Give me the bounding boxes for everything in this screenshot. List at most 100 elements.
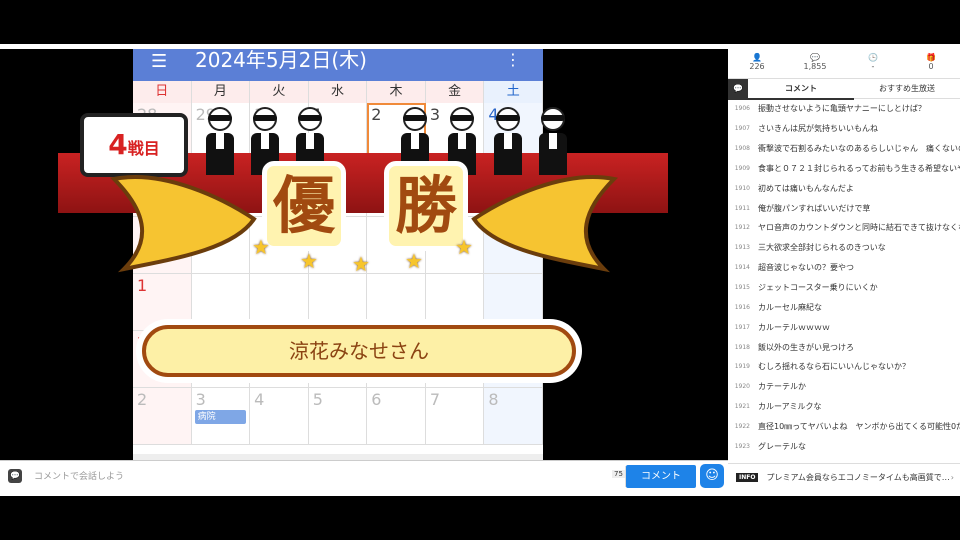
stat-value: - — [871, 62, 875, 71]
comment-number: 1911 — [734, 204, 750, 212]
comment-row[interactable]: 1918 飯以外の生きがい見つけろ — [728, 337, 960, 357]
comment-text: 俺が腹パンすればいいだけで草 — [758, 203, 871, 213]
info-text: プレミアム会員ならエコノミータイムも高画質で… — [766, 473, 950, 482]
comment-row[interactable]: 1920 カテーテルか — [728, 377, 960, 397]
comment-row[interactable]: 1914 超音波じゃないの？要やつ — [728, 258, 960, 278]
comment-text: むしろ揺れるなら石にいいんじゃないか？ — [758, 362, 910, 372]
info-bar[interactable]: INFO プレミアム会員ならエコノミータイムも高画質で… › — [728, 463, 960, 491]
weekday-label: 木 — [367, 81, 426, 103]
day-number: 5 — [312, 390, 323, 409]
stat-value: 0 — [928, 62, 934, 71]
comment-text: ジェットコースター乗りにいくか — [758, 283, 878, 293]
comment-row[interactable]: 1916 カルーセル麻紀な — [728, 297, 960, 317]
comment-row[interactable]: 1909 食事と０７２１封じられるってお前もう生きる希望ないやん — [728, 159, 960, 179]
tab-comment[interactable]: コメント — [748, 79, 854, 100]
comment-row[interactable]: 1910 初めては痛いもんなんだよ — [728, 178, 960, 198]
comment-number: 1920 — [734, 383, 750, 391]
star-icon: ★ — [252, 235, 270, 259]
menu-icon: ☰ — [151, 51, 168, 72]
comment-text: 超音波じゃないの？要やつ — [758, 263, 854, 273]
send-comment-button[interactable]: コメント — [626, 465, 696, 488]
comment-number: 1916 — [734, 303, 750, 311]
comment-text: カテーテルか — [758, 382, 806, 392]
comment-number: 1921 — [734, 403, 750, 411]
star-icon: ★ — [405, 249, 423, 273]
comment-text: 三大欲求全部封じられるのきついな — [758, 243, 886, 253]
stat-item: 🎁 0 — [902, 49, 960, 78]
weekday-label: 日 — [133, 81, 192, 103]
comment-number: 1917 — [734, 323, 750, 331]
comment-row[interactable]: 1923 グレーテルな — [728, 436, 960, 451]
comment-row[interactable]: 1917 カルーテルｗｗｗｗ — [728, 317, 960, 337]
comment-text: カルーアミルクな — [758, 402, 822, 412]
stat-value: 226 — [749, 62, 765, 71]
comment-row[interactable]: 1912 ヤロ音声のカウントダウンと同時に結石できて抜けなくなっ — [728, 218, 960, 238]
winner-name: 涼花みなせさん — [142, 325, 576, 377]
comment-number: 1906 — [734, 105, 750, 113]
winner-plate: 涼花みなせさん — [136, 319, 582, 383]
comment-row[interactable]: 1913 三大欲求全部封じられるのきついな — [728, 238, 960, 258]
weekday-label: 水 — [309, 81, 368, 103]
comment-number: 1907 — [734, 125, 750, 133]
emoji-icon[interactable]: ☺ — [700, 464, 724, 488]
calendar-cell[interactable]: 7 — [425, 388, 485, 445]
weekday-row: 日月火水木金土 — [133, 81, 543, 103]
comment-row[interactable]: 1911 俺が腹パンすればいいだけで草 — [728, 198, 960, 218]
comments-icon: 💬 — [810, 53, 820, 62]
day-number: 7 — [429, 390, 441, 409]
panel-tabs: 💬 コメント おすすめ生放送 — [728, 79, 960, 100]
stat-item: 👤 226 — [728, 49, 786, 78]
calendar-cell[interactable]: 4 — [250, 388, 309, 445]
comment-list[interactable]: 1906 振動させないように亀頭ヤナニーにしとけば？ 1907 さいきんは尻が気持ちい… — [728, 99, 960, 451]
comment-text: ヤロ音声のカウントダウンと同時に結石できて抜けなくなっ — [758, 223, 960, 233]
comment-text: 振動させないように亀頭ヤナニーにしとけば？ — [758, 104, 926, 114]
comment-number: 1922 — [734, 422, 750, 430]
more-icon: ⋮ — [505, 50, 521, 69]
day-number: 8 — [488, 390, 499, 409]
calendar-cell[interactable]: 5 — [308, 388, 368, 445]
comment-number: 1919 — [734, 363, 750, 371]
comment-text: カルーテルｗｗｗｗ — [758, 322, 830, 332]
chevron-right-icon[interactable]: › — [951, 473, 954, 482]
calendar-cell[interactable]: 6 — [367, 388, 426, 445]
comment-panel-icon[interactable]: 💬 — [728, 79, 748, 100]
comment-row[interactable]: 1908 衝撃波で石割るみたいなのあるらしいじゃん 痛くないのか — [728, 139, 960, 159]
side-panel: 👤 226 💬 1,855 🕒 - 🎁 0 💬 コメント おすすめ生放送 1906 振動させない… — [728, 49, 960, 491]
day-number: 2 — [137, 390, 148, 409]
day-number: 4 — [254, 390, 265, 409]
viewers-icon: 👤 — [752, 53, 762, 62]
calendar-header: ☰ 2024年5月2日(木) ⋮ — [133, 49, 543, 81]
stats-bar: 👤 226 💬 1,855 🕒 - 🎁 0 — [728, 49, 960, 79]
weekday-label: 金 — [426, 81, 485, 103]
stat-item: 🕒 - — [844, 49, 902, 78]
calendar-date-title: 2024年5月2日(木) — [195, 49, 367, 72]
comment-number: 1908 — [734, 145, 750, 153]
comment-row[interactable]: 1921 カルーアミルクな — [728, 397, 960, 417]
tab-recommended[interactable]: おすすめ生放送 — [854, 79, 960, 100]
comment-input[interactable] — [30, 466, 626, 487]
calendar-cell[interactable]: 3 病院 — [191, 388, 251, 445]
comment-text: さいきんは尻が気持ちいいもんね — [758, 124, 878, 134]
day-number: 3 — [195, 390, 206, 409]
comment-row[interactable]: 1906 振動させないように亀頭ヤナニーにしとけば？ — [728, 99, 960, 119]
gift-icon: 🎁 — [926, 53, 936, 62]
calendar-cell[interactable]: 8 — [484, 388, 543, 445]
comment-settings-icon[interactable]: 💬 — [8, 469, 22, 483]
comment-text: 初めては痛いもんなんだよ — [758, 183, 854, 193]
comment-text: グレーテルな — [758, 441, 806, 451]
char-count: 75 — [612, 470, 625, 478]
comment-row[interactable]: 1907 さいきんは尻が気持ちいいもんね — [728, 119, 960, 139]
video-player[interactable]: ☰ 2024年5月2日(木) ⋮ 日月火水木金土 282930123412627… — [0, 49, 728, 460]
calendar-event[interactable]: 病院 — [194, 410, 247, 424]
day-number: 3 — [429, 105, 441, 124]
comment-row[interactable]: 1922 直径10㎜ってヤバいよね ヤンボから出てくる可能性0だろ — [728, 417, 960, 437]
comment-row[interactable]: 1915 ジェットコースター乗りにいくか — [728, 278, 960, 298]
comment-row[interactable]: 1919 むしろ揺れるなら石にいいんじゃないか？ — [728, 357, 960, 377]
comment-number: 1918 — [734, 343, 750, 351]
title-char-left: 優 — [262, 161, 347, 251]
calendar-cell[interactable]: 2 — [133, 388, 192, 445]
info-badge: INFO — [736, 473, 759, 482]
stat-value: 1,855 — [803, 62, 827, 71]
comment-number: 1915 — [734, 284, 750, 292]
comment-number: 1914 — [734, 264, 750, 272]
